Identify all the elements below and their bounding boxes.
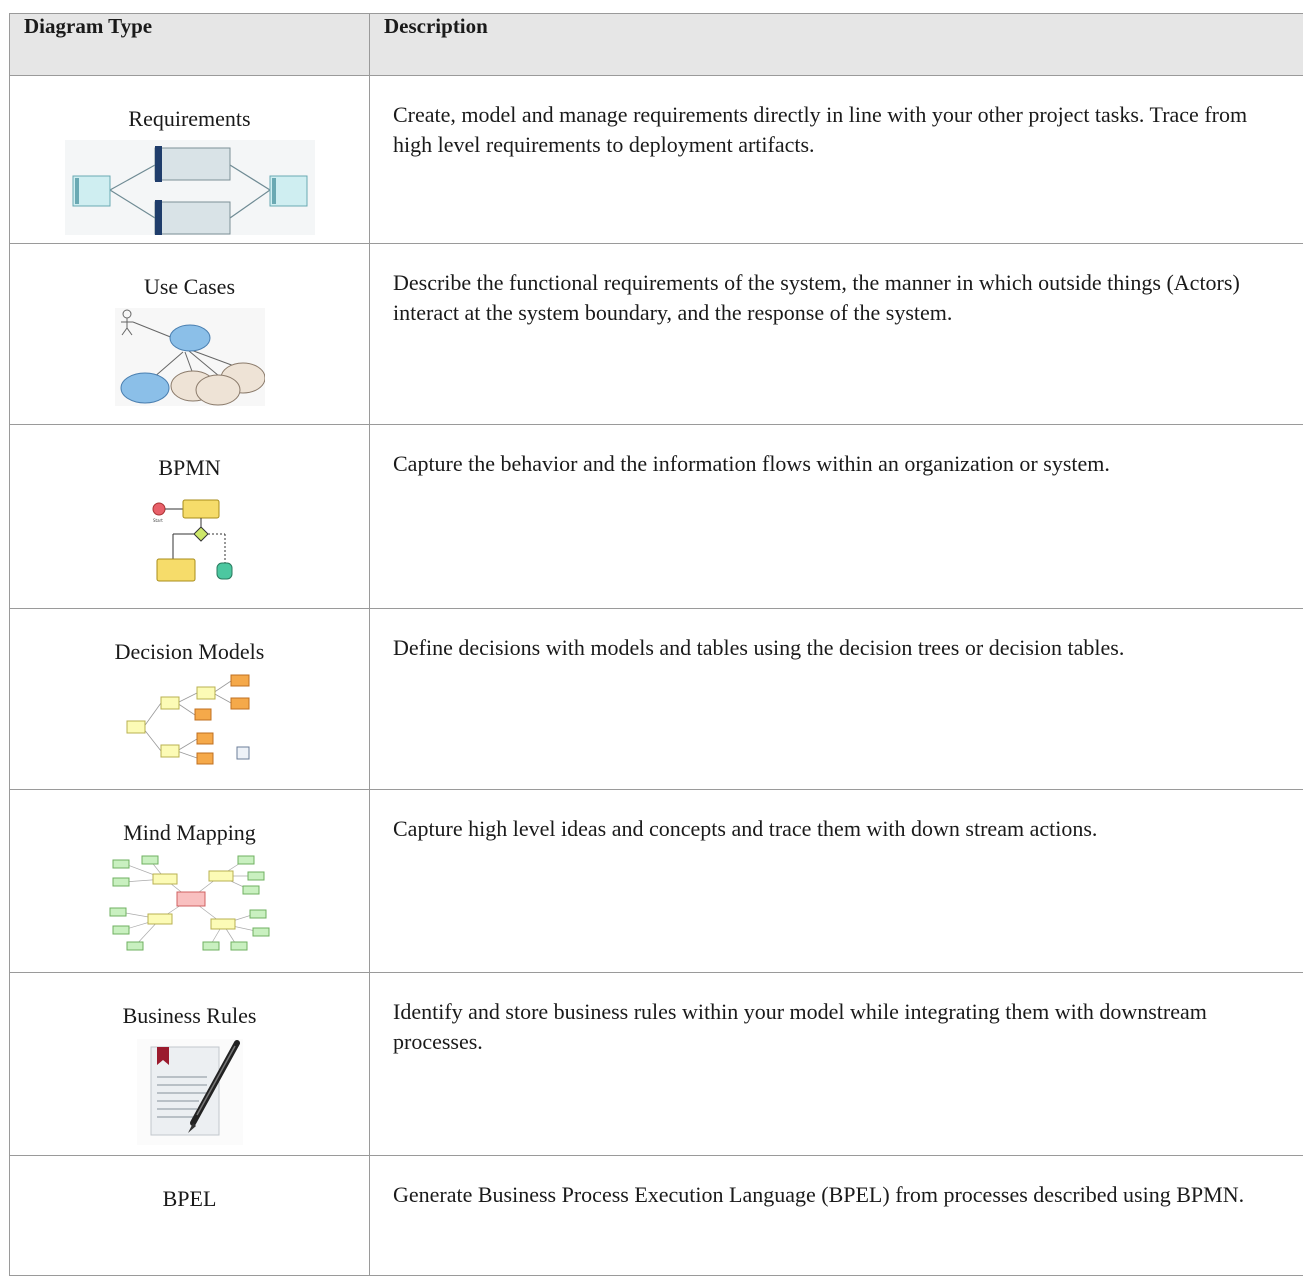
table-row: Decision Models [10,609,1303,790]
requirements-diagram-thumbnail [65,140,315,235]
diagram-description: Capture high level ideas and concepts an… [393,814,1283,844]
decision-model-diagram-thumbnail [125,673,255,765]
bpmn-diagram-thumbnail: Start [145,489,235,589]
table-row: Requirements [10,76,1303,244]
diagram-description: Generate Business Process Execution Lang… [393,1180,1283,1210]
diagram-description: Capture the behavior and the information… [393,449,1283,479]
diagram-type-name: Decision Models [10,639,369,665]
column-header-description: Description [370,14,1303,76]
column-header-diagram-type: Diagram Type [10,14,370,76]
table-row: Use Cases [10,244,1303,425]
table-row: BPMN Start Capture the behavior and the … [10,425,1303,609]
description-cell: Capture the behavior and the information… [370,425,1303,609]
diagram-types-table: Diagram Type Description Requirements [9,13,1303,1276]
table-row: BPEL Generate Business Process Execution… [10,1156,1303,1276]
diagram-type-cell: Business Rules [10,973,370,1156]
table-header-row: Diagram Type Description [10,14,1303,76]
table-row: Business Rules Identify and store busine… [10,973,1303,1156]
description-cell: Describe the functional requirements of … [370,244,1303,425]
table-row: Mind Mapping [10,790,1303,973]
document-pen-icon [135,1037,245,1147]
svg-text:Start: Start [153,518,163,523]
diagram-description: Define decisions with models and tables … [393,633,1283,663]
diagram-type-name: Use Cases [10,274,369,300]
diagram-type-name: BPEL [10,1186,369,1212]
diagram-description: Create, model and manage requirements di… [393,100,1283,160]
diagram-type-cell: BPMN Start [10,425,370,609]
diagram-type-cell: Decision Models [10,609,370,790]
mind-map-diagram-thumbnail [105,854,275,954]
diagram-type-cell: Mind Mapping [10,790,370,973]
diagram-description: Describe the functional requirements of … [393,268,1283,328]
description-cell: Capture high level ideas and concepts an… [370,790,1303,973]
diagram-type-cell: BPEL [10,1156,370,1276]
use-case-diagram-thumbnail [115,308,265,406]
diagram-description: Identify and store business rules within… [393,997,1283,1057]
diagram-type-name: BPMN [10,455,369,481]
diagram-type-name: Business Rules [10,1003,369,1029]
description-cell: Define decisions with models and tables … [370,609,1303,790]
diagram-type-cell: Requirements [10,76,370,244]
description-cell: Identify and store business rules within… [370,973,1303,1156]
description-cell: Create, model and manage requirements di… [370,76,1303,244]
description-cell: Generate Business Process Execution Lang… [370,1156,1303,1276]
diagram-type-name: Requirements [10,106,369,132]
diagram-type-cell: Use Cases [10,244,370,425]
diagram-type-name: Mind Mapping [10,820,369,846]
